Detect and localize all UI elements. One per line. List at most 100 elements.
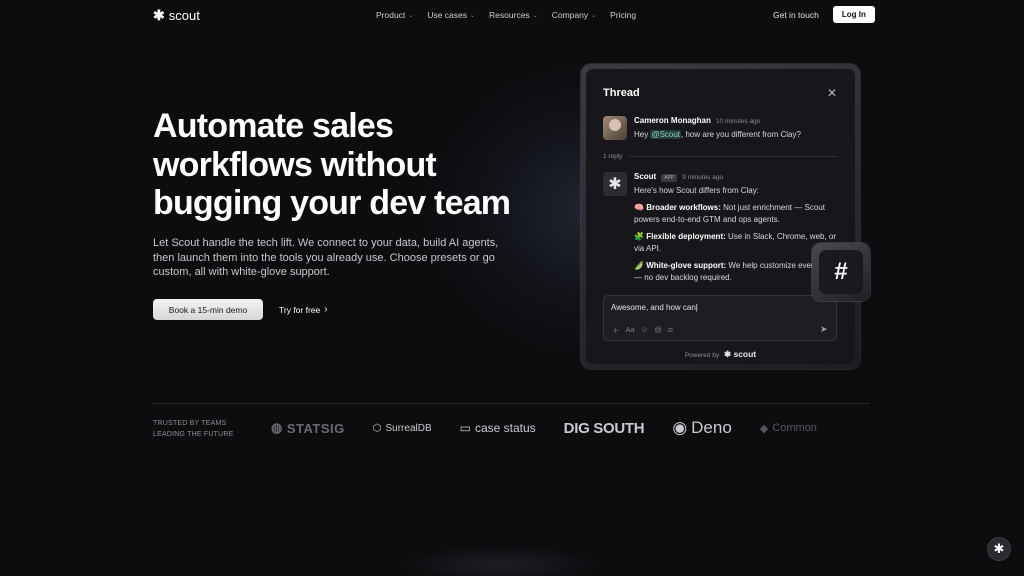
thread-title: Thread xyxy=(603,87,640,99)
list-item: 🫛 White-glove support: We help customize… xyxy=(634,260,839,283)
hero-title-line: bugging your dev team xyxy=(153,184,511,222)
brain-icon: 🧠 xyxy=(634,203,644,212)
close-icon[interactable]: ✕ xyxy=(827,86,837,100)
reply-divider: 1 reply xyxy=(603,153,838,160)
hero-subtitle: Let Scout handle the tech lift. We conne… xyxy=(153,237,499,279)
logo-case-status: ▭ case status xyxy=(460,421,536,435)
nav-item-pricing[interactable]: Pricing xyxy=(610,10,636,20)
nav-item-label: Use cases xyxy=(427,10,468,20)
message-time: 9 minutes ago xyxy=(682,174,724,181)
nav-item-label: Pricing xyxy=(610,10,637,20)
slack-app-tile: # xyxy=(812,243,870,301)
nav-item-resources[interactable]: Resources ⌄ xyxy=(489,10,538,20)
bullet-heading: White-glove support: xyxy=(646,261,727,270)
trusted-label: TRUSTED BY TEAMS LEADING THE FUTURE xyxy=(153,418,233,440)
bullet-heading: Flexible deployment: xyxy=(646,232,726,241)
nav-item-product[interactable]: Product ⌄ xyxy=(376,10,413,20)
trusted-label-line: TRUSTED BY TEAMS xyxy=(153,420,227,427)
powered-by-label: Powered by xyxy=(684,352,720,359)
trusted-label-line: LEADING THE FUTURE xyxy=(153,431,234,438)
composer-input[interactable]: Awesome, and how can| xyxy=(611,303,698,312)
chevron-down-icon: ⌄ xyxy=(532,12,538,19)
logo-text: Common xyxy=(772,422,817,434)
composer-value: Awesome, and how can xyxy=(611,303,696,312)
powered-by-brand: ✱ scout xyxy=(723,349,757,359)
slack-icon: # xyxy=(819,250,863,294)
try-for-free-link[interactable]: Try for free › xyxy=(279,304,328,315)
scout-avatar: ✱ xyxy=(603,172,627,196)
pea-icon: 🫛 xyxy=(634,261,644,270)
deno-icon: ◉ xyxy=(672,418,688,437)
briefcase-icon: ▭ xyxy=(459,421,471,435)
nav-links: Product ⌄ Use cases ⌄ Resources ⌄ Compan… xyxy=(376,10,636,20)
send-icon[interactable]: ➤ xyxy=(820,324,828,335)
message-composer[interactable]: Awesome, and how can| ＋ Aa ☺ @ ⧄ ➤ xyxy=(603,295,837,341)
logo-statsig: ◍ STATSIG xyxy=(271,420,345,436)
list-item: 🧩 Flexible deployment: Use in Slack, Chr… xyxy=(634,231,839,254)
composer-toolbar: ＋ Aa ☺ @ ⧄ xyxy=(612,325,673,336)
logo-text: SurrealDB xyxy=(385,422,432,434)
logo-text: Deno xyxy=(691,418,732,437)
nav-item-label: Company xyxy=(551,10,589,20)
try-for-free-label: Try for free xyxy=(279,304,321,315)
logo-surrealdb: ⬡ SurrealDB xyxy=(373,423,432,434)
message-text-part: Hey xyxy=(634,130,651,139)
logo-text: STATSIG xyxy=(286,420,345,436)
shortcut-icon[interactable]: ⧄ xyxy=(668,325,673,336)
message-author: Cameron Monaghan xyxy=(634,116,711,125)
message-author: Scout xyxy=(634,172,657,181)
top-nav: ✱ scout Product ⌄ Use cases ⌄ Resources … xyxy=(0,0,1024,30)
chat-launcher-button[interactable]: ✱ xyxy=(988,538,1010,560)
app-badge: APP xyxy=(661,174,678,182)
scout-logo[interactable]: ✱ scout xyxy=(153,7,200,24)
message-header: Cameron Monaghan 10 minutes ago xyxy=(634,116,760,125)
divider-line xyxy=(628,156,838,157)
bullet-heading: Broader workflows: xyxy=(646,203,721,212)
thread-panel: Thread ✕ Cameron Monaghan 10 minutes ago… xyxy=(586,69,855,364)
statsig-icon: ◍ xyxy=(271,420,283,435)
customer-logos: ◍ STATSIG ⬡ SurrealDB ▭ case status DIG … xyxy=(271,417,861,439)
mention-tag[interactable]: @Scout xyxy=(650,130,682,139)
hero-title-line: Automate sales xyxy=(153,107,394,145)
background-glow-bottom xyxy=(400,545,600,576)
hero-cta-group: Book a 15-min demo Try for free › xyxy=(153,299,328,320)
logos-fade-overlay xyxy=(820,415,870,441)
thread-panel-frame: Thread ✕ Cameron Monaghan 10 minutes ago… xyxy=(581,64,860,369)
chevron-down-icon: ⌄ xyxy=(591,12,597,19)
logo-text: case status xyxy=(474,421,536,435)
nav-item-label: Product xyxy=(376,10,406,20)
chevron-down-icon: ⌄ xyxy=(470,12,476,19)
avatar xyxy=(603,116,627,140)
powered-by: Powered by ✱ scout xyxy=(586,349,855,360)
message-text: Hey @Scout, how are you different from C… xyxy=(634,129,801,141)
puzzle-icon: 🧩 xyxy=(634,232,644,241)
chevron-right-icon: › xyxy=(324,304,328,315)
hero-title-line: workflows without xyxy=(153,145,437,184)
logo-text: scout xyxy=(168,8,200,23)
nav-item-label: Resources xyxy=(489,10,530,20)
format-text-icon[interactable]: Aa xyxy=(626,325,635,336)
nav-item-company[interactable]: Company ⌄ xyxy=(552,10,596,20)
login-button[interactable]: Log In xyxy=(832,6,875,23)
mention-icon[interactable]: @ xyxy=(654,325,662,336)
asterisk-icon: ✱ xyxy=(153,7,165,23)
common-icon: ◆ xyxy=(759,422,769,435)
message-time: 10 minutes ago xyxy=(715,118,761,125)
emoji-icon[interactable]: ☺ xyxy=(641,325,649,336)
asterisk-icon: ✱ xyxy=(993,541,1005,556)
chevron-down-icon: ⌄ xyxy=(408,12,414,19)
message-text-part: , how are you different from Clay? xyxy=(681,130,801,139)
nav-item-use-cases[interactable]: Use cases ⌄ xyxy=(427,10,475,20)
logo-deno: ◉ Deno xyxy=(672,418,731,438)
asterisk-icon: ✱ xyxy=(608,176,622,193)
nav-actions: Get in touch Log In xyxy=(773,6,875,23)
reply-count: 1 reply xyxy=(603,153,623,160)
section-divider xyxy=(153,403,870,404)
get-in-touch-link[interactable]: Get in touch xyxy=(773,10,819,20)
list-item: 🧠 Broader workflows: Not just enrichment… xyxy=(634,202,839,225)
message-header: Scout APP 9 minutes ago xyxy=(634,172,723,182)
logo-common: ◆ Common xyxy=(760,422,817,435)
logo-text: DIG SOUTH xyxy=(563,419,645,437)
plus-icon[interactable]: ＋ xyxy=(612,325,620,336)
book-demo-button[interactable]: Book a 15-min demo xyxy=(153,299,263,320)
